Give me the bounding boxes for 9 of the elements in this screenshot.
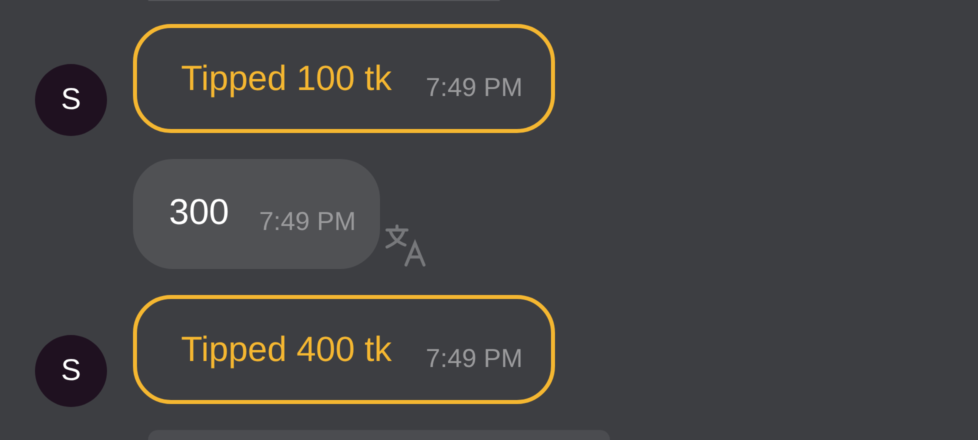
tip-text: Tipped 100 tk bbox=[181, 58, 392, 100]
avatar[interactable]: S bbox=[35, 64, 107, 136]
translate-icon[interactable] bbox=[384, 222, 428, 267]
avatar[interactable]: S bbox=[35, 334, 107, 407]
message-time: 7:49 PM bbox=[426, 72, 523, 103]
message-time: 7:49 PM bbox=[259, 206, 356, 237]
message-time: 7:49 PM bbox=[426, 342, 523, 374]
tip-text: Tipped 400 tk bbox=[181, 328, 392, 371]
message-text: 300 bbox=[169, 190, 230, 234]
